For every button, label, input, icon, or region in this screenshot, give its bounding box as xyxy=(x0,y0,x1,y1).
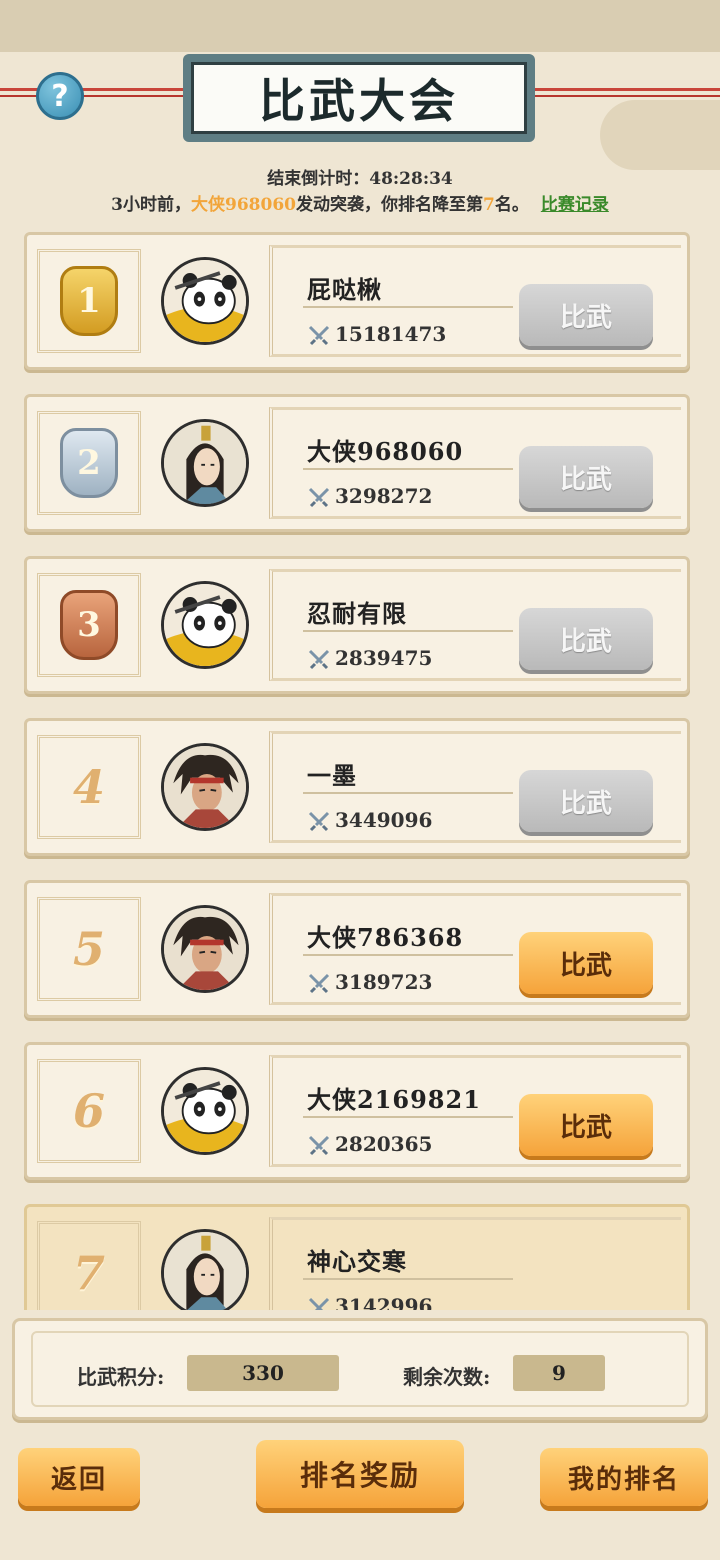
rank-box: 2 xyxy=(37,411,141,515)
challenge-button[interactable]: 比武 xyxy=(519,284,653,346)
divider xyxy=(303,468,513,470)
rank-box: 1 xyxy=(37,249,141,353)
rank-box: 7 xyxy=(37,1221,141,1310)
rank-number: 1 xyxy=(77,281,101,321)
player-name: 忍耐有限 xyxy=(307,599,407,628)
divider xyxy=(303,1278,513,1280)
player-info: 神心交寒 3142996 xyxy=(269,1217,681,1310)
match-record-link[interactable]: 比赛记录 xyxy=(541,195,609,215)
challenge-button[interactable]: 比武 xyxy=(519,770,653,832)
page-title: 比武大会 xyxy=(191,62,527,134)
remaining-value: 9 xyxy=(513,1355,605,1391)
avatar-warrior-icon[interactable] xyxy=(161,905,249,993)
rank-box: 4 xyxy=(37,735,141,839)
divider xyxy=(303,954,513,956)
rank-box: 6 xyxy=(37,1059,141,1163)
crossed-swords-icon xyxy=(307,486,331,510)
rank-number: 6 xyxy=(72,1084,105,1138)
title-board: 比武大会 xyxy=(183,54,535,142)
rank-number: 3 xyxy=(77,605,101,645)
rank-box: 5 xyxy=(37,897,141,1001)
rank-box: 3 xyxy=(37,573,141,677)
help-button[interactable]: ? xyxy=(36,72,84,120)
ranking-row: 6 大侠2169821 2820365 比武 xyxy=(24,1042,690,1180)
crossed-swords-icon xyxy=(307,324,331,348)
player-name: 神心交寒 xyxy=(307,1247,407,1276)
challenge-button[interactable]: 比武 xyxy=(519,932,653,994)
avatar-panda-icon[interactable] xyxy=(161,581,249,669)
challenge-button[interactable]: 比武 xyxy=(519,1094,653,1156)
crossed-swords-icon xyxy=(307,972,331,996)
ranking-list[interactable]: 1 屁哒楸 15181473 比武 2 大侠968060 3298272 比武 3 忍耐有限 283… xyxy=(0,232,720,1310)
ranking-row: 4 一墨 3449096 比武 xyxy=(24,718,690,856)
rank-number: 2 xyxy=(77,443,101,483)
score-value: 330 xyxy=(187,1355,339,1391)
player-info: 一墨 3449096 比武 xyxy=(269,731,681,843)
avatar-warrior-icon[interactable] xyxy=(161,743,249,831)
ranking-row: 5 大侠786368 3189723 比武 xyxy=(24,880,690,1018)
player-name: 大侠968060 xyxy=(307,437,464,466)
combat-power: 2839475 xyxy=(335,646,433,670)
ranking-row: 1 屁哒楸 15181473 比武 xyxy=(24,232,690,370)
avatar-panda-icon[interactable] xyxy=(161,1067,249,1155)
ranking-row: 3 忍耐有限 2839475 比武 xyxy=(24,556,690,694)
combat-power: 3189723 xyxy=(335,970,433,994)
combat-power: 3298272 xyxy=(335,484,433,508)
stats-panel: 比武积分: 330 剩余次数: 9 xyxy=(12,1318,708,1420)
bronze-medal-icon: 3 xyxy=(60,590,118,660)
my-rank-button[interactable]: 我的排名 xyxy=(540,1448,708,1506)
combat-power: 3142996 xyxy=(335,1294,433,1310)
combat-power: 15181473 xyxy=(335,322,447,346)
question-mark-icon: ? xyxy=(51,78,69,114)
notice-rank: 7 xyxy=(482,195,495,215)
player-info: 屁哒楸 15181473 比武 xyxy=(269,245,681,357)
player-name: 屁哒楸 xyxy=(307,275,382,304)
attack-notice: 3小时前，大侠968060发动突袭，你排名降至第7名。 比赛记录 xyxy=(0,190,720,215)
combat-power: 2820365 xyxy=(335,1132,433,1156)
divider xyxy=(303,792,513,794)
player-name: 一墨 xyxy=(307,761,357,790)
challenge-button[interactable]: 比武 xyxy=(519,446,653,508)
notice-middle: 发动突袭，你排名降至第 xyxy=(295,195,483,215)
rank-number: 7 xyxy=(72,1246,105,1300)
player-name: 大侠786368 xyxy=(307,923,464,952)
player-info: 大侠968060 3298272 比武 xyxy=(269,407,681,519)
rank-number: 4 xyxy=(72,760,105,814)
top-band xyxy=(0,0,720,52)
ranking-row: 2 大侠968060 3298272 比武 xyxy=(24,394,690,532)
notice-prefix: 3小时前， xyxy=(111,195,191,215)
divider xyxy=(303,630,513,632)
gold-medal-icon: 1 xyxy=(60,266,118,336)
back-button[interactable]: 返回 xyxy=(18,1448,140,1506)
crossed-swords-icon xyxy=(307,1296,331,1310)
crossed-swords-icon xyxy=(307,810,331,834)
notice-suffix: 名。 xyxy=(494,195,529,215)
countdown-timer: 结束倒计时：48:28:34 xyxy=(267,169,453,189)
remaining-label: 剩余次数: xyxy=(403,1365,491,1389)
avatar-swordsman-icon[interactable] xyxy=(161,419,249,507)
silver-medal-icon: 2 xyxy=(60,428,118,498)
crossed-swords-icon xyxy=(307,1134,331,1158)
rank-number: 5 xyxy=(72,922,105,976)
notice-attacker: 大侠968060 xyxy=(191,195,296,215)
avatar-swordsman-icon[interactable] xyxy=(161,1229,249,1310)
ranking-row: 7 神心交寒 3142996 xyxy=(24,1204,690,1310)
player-info: 大侠786368 3189723 比武 xyxy=(269,893,681,1005)
score-label: 比武积分: xyxy=(77,1365,165,1389)
rank-rewards-button[interactable]: 排名奖励 xyxy=(256,1440,464,1508)
avatar-panda-icon[interactable] xyxy=(161,257,249,345)
challenge-button[interactable]: 比武 xyxy=(519,608,653,670)
player-info: 忍耐有限 2839475 比武 xyxy=(269,569,681,681)
combat-power: 3449096 xyxy=(335,808,433,832)
player-info: 大侠2169821 2820365 比武 xyxy=(269,1055,681,1167)
divider xyxy=(303,1116,513,1118)
player-name: 大侠2169821 xyxy=(307,1085,481,1114)
divider xyxy=(303,306,513,308)
crossed-swords-icon xyxy=(307,648,331,672)
cloud-decoration xyxy=(600,100,720,170)
